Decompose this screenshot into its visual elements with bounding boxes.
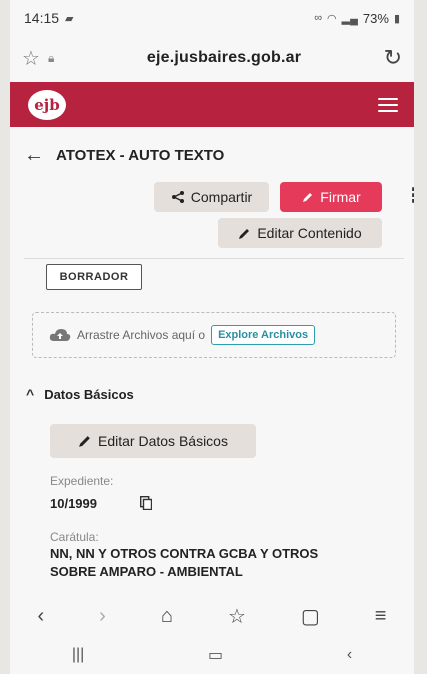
logo-text: ejb	[34, 95, 60, 114]
phone-screen: 14:15 ▰ ∞ ◠ ▂▄ 73% ▮ ☆ 🔒︎ eje.jusbaires.…	[10, 0, 414, 674]
system-back-icon[interactable]: ‹	[347, 646, 352, 664]
link-icon: ∞	[314, 12, 323, 24]
home-button-icon[interactable]: ▭	[208, 645, 223, 665]
forward-icon[interactable]: ›	[99, 605, 106, 628]
app-logo[interactable]: ejb	[28, 89, 66, 120]
edit-basic-data-button[interactable]: Editar Datos Básicos	[50, 424, 256, 458]
browser-url-bar: ☆ 🔒︎ eje.jusbaires.gob.ar ↻	[10, 38, 414, 78]
wifi-icon: ◠	[327, 12, 337, 25]
edit-basic-data-label: Editar Datos Básicos	[98, 433, 228, 449]
dropzone-text: Arrastre Archivos aquí o	[77, 328, 206, 342]
sign-label: Firmar	[320, 189, 361, 205]
status-time: 14:15	[24, 10, 60, 26]
file-dropzone[interactable]: Arrastre Archivos aquí o Explore Archivo…	[32, 312, 396, 358]
app-header: ejb	[10, 82, 414, 127]
url-text[interactable]: eje.jusbaires.gob.ar	[74, 49, 374, 67]
share-button[interactable]: Compartir	[154, 182, 269, 212]
section-toggle-basic-data[interactable]: ^ Datos Básicos	[26, 386, 134, 402]
browser-menu-icon[interactable]: ≡	[375, 605, 387, 628]
recent-apps-icon[interactable]: |||	[72, 646, 84, 664]
explore-files-button[interactable]: Explore Archivos	[211, 325, 316, 345]
pencil-icon	[79, 436, 90, 447]
status-badge: BORRADOR	[46, 264, 142, 290]
battery-percent: 73%	[362, 10, 389, 26]
system-nav-bar: ||| ▭ ‹	[10, 636, 414, 674]
more-options-icon[interactable]: ⋮	[404, 186, 414, 206]
tabs-icon[interactable]: ▢	[301, 604, 320, 629]
caratula-label: Carátula:	[50, 530, 99, 544]
share-label: Compartir	[190, 189, 253, 205]
caratula-line-2: SOBRE AMPARO - AMBIENTAL	[50, 564, 243, 579]
home-icon[interactable]: ⌂	[161, 605, 173, 628]
notification-icon: ▰	[65, 12, 74, 25]
section-title: Datos Básicos	[44, 386, 134, 402]
back-arrow-icon[interactable]: ←	[24, 144, 44, 167]
edit-content-button[interactable]: Editar Contenido	[218, 218, 382, 248]
status-bar: 14:15 ▰ ∞ ◠ ▂▄ 73% ▮	[10, 0, 414, 36]
signal-icon: ▂▄	[341, 12, 358, 25]
caratula-line-1: NN, NN Y OTROS CONTRA GCBA Y OTROS	[50, 546, 319, 561]
sign-button[interactable]: Firmar	[280, 182, 382, 212]
back-icon[interactable]: ‹	[38, 605, 45, 628]
expediente-value: 10/1999	[50, 496, 97, 511]
browser-nav-bar: ‹ › ⌂ ☆ ▢ ≡	[10, 596, 414, 636]
bookmarks-icon[interactable]: ☆	[228, 604, 246, 629]
divider	[24, 258, 404, 259]
edit-content-label: Editar Contenido	[257, 225, 362, 241]
battery-icon: ▮	[393, 12, 400, 25]
share-icon	[171, 191, 184, 203]
reload-icon[interactable]: ↻	[374, 45, 402, 71]
expediente-label: Expediente:	[50, 474, 114, 488]
bookmark-star-icon[interactable]: ☆	[22, 46, 48, 71]
chevron-up-icon: ^	[26, 386, 35, 402]
pen-icon	[303, 192, 313, 202]
menu-icon[interactable]	[378, 97, 398, 112]
copy-icon[interactable]	[140, 496, 152, 510]
page-title-row: ← ATOTEX - AUTO TEXTO	[24, 144, 224, 167]
cloud-upload-icon	[49, 329, 71, 341]
page-title: ATOTEX - AUTO TEXTO	[56, 147, 225, 164]
pencil-icon	[239, 228, 250, 239]
lock-icon[interactable]: 🔒︎	[48, 51, 74, 66]
